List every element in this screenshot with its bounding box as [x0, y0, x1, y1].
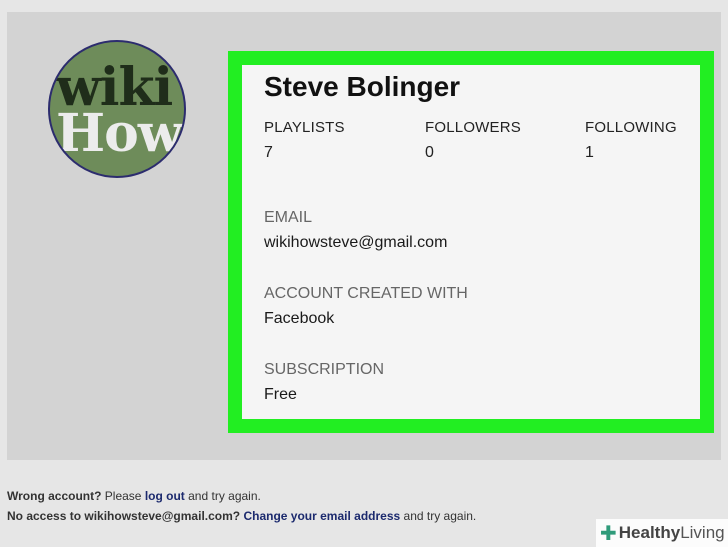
- email-value: wikihowsteve@gmail.com: [264, 234, 448, 251]
- log-out-link[interactable]: log out: [145, 489, 185, 503]
- avatar-line-2: How: [56, 103, 183, 164]
- footer-try-again-text: and try again.: [184, 489, 261, 503]
- email-label: EMAIL: [264, 209, 313, 226]
- stat-value-followers: 0: [425, 144, 434, 161]
- watermark-bold: Healthy: [618, 523, 681, 542]
- footer-please-text: Please: [101, 489, 145, 503]
- change-email-link[interactable]: Change your email address: [243, 509, 400, 523]
- subscription-value: Free: [264, 386, 297, 403]
- stat-value-playlists: 7: [264, 144, 273, 161]
- profile-name: Steve Bolinger: [264, 71, 461, 102]
- stat-value-following: 1: [585, 144, 594, 161]
- footer-wrong-account-text: Wrong account?: [7, 489, 102, 503]
- footer-line-no-access: No access to wikihowsteve@gmail.com? Cha…: [7, 509, 476, 523]
- profile-highlight-frame: Steve Bolinger PLAYLISTS 7 FOLLOWERS 0 F…: [228, 51, 714, 433]
- stat-label-followers: FOLLOWERS: [425, 119, 521, 136]
- footer-try-again-text-2: and try again.: [400, 509, 477, 523]
- watermark-rest: Living: [680, 523, 725, 542]
- account-created-value: Facebook: [264, 310, 335, 327]
- avatar: wiki How: [48, 40, 186, 178]
- stat-label-playlists: PLAYLISTS: [264, 119, 345, 136]
- stat-label-following: FOLLOWING: [585, 119, 677, 136]
- profile-card: Steve Bolinger PLAYLISTS 7 FOLLOWERS 0 F…: [242, 65, 700, 419]
- plus-icon: ✚: [600, 521, 617, 545]
- subscription-label: SUBSCRIPTION: [264, 361, 385, 378]
- footer-line-wrong-account: Wrong account? Please log out and try ag…: [7, 489, 261, 503]
- healthy-living-watermark: ✚ HealthyLiving: [596, 519, 728, 547]
- account-created-label: ACCOUNT CREATED WITH: [264, 285, 468, 302]
- footer-no-access-text: No access to wikihowsteve@gmail.com?: [7, 509, 241, 523]
